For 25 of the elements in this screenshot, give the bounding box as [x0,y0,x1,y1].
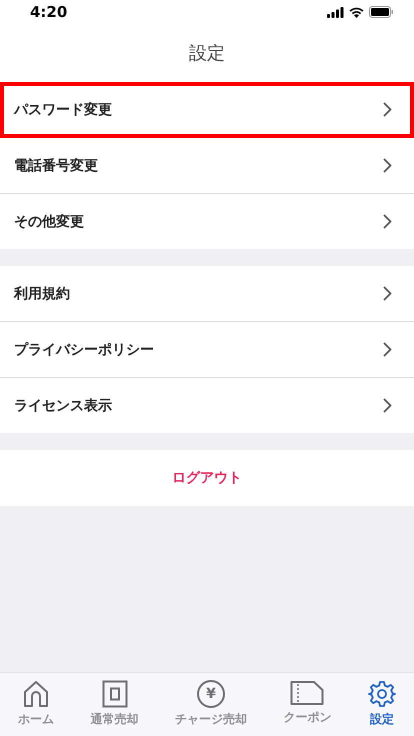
settings-row[interactable]: プライバシーポリシー [0,322,414,378]
page-title: 設定 [189,42,225,65]
tab[interactable]: ¥ チャージ売却 [174,680,247,728]
wifi-icon [349,6,364,18]
settings-row[interactable]: ライセンス表示 [0,378,414,433]
settings-row[interactable]: 利用規約 [0,266,414,322]
settings-row[interactable]: パスワード変更 [0,82,414,138]
yen-coin-icon: ¥ [196,680,225,708]
battery-icon [369,6,394,18]
status-time: 4:20 [30,3,68,21]
chevron-icon [383,286,392,301]
logout-button[interactable]: ログアウト [0,450,414,506]
tab[interactable]: 設定 [368,680,396,728]
chevron-icon [383,158,392,173]
ticket-icon [290,680,324,706]
settings-row[interactable]: その他変更 [0,194,414,249]
chevron-icon [383,102,392,117]
settings-row[interactable]: 電話番号変更 [0,138,414,194]
chevron-icon [383,398,392,413]
settings-icon [368,680,396,708]
house-icon [22,680,50,708]
chevron-icon [383,342,392,357]
square-icon [102,680,128,708]
chevron-icon [383,214,392,229]
signal-icon [327,6,344,18]
